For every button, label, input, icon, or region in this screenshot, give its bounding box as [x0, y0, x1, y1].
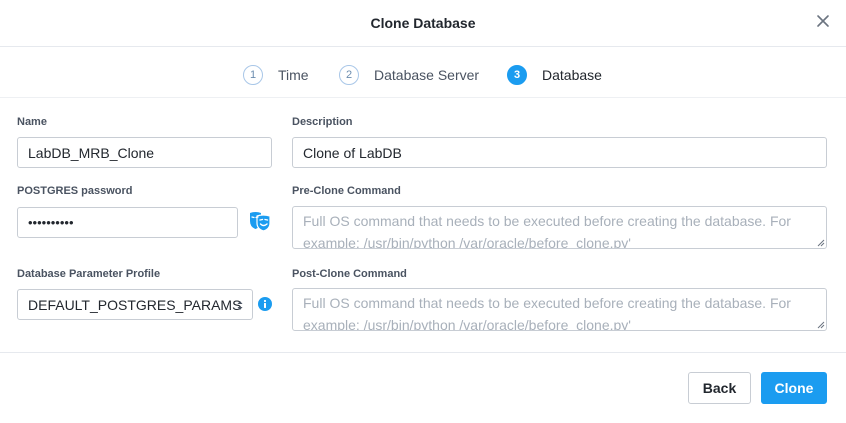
step-time[interactable]: 1 Time: [243, 65, 309, 85]
step-label: Time: [278, 67, 309, 83]
step-database-server[interactable]: 2 Database Server: [339, 65, 479, 85]
name-input[interactable]: LabDB_MRB_Clone: [17, 137, 272, 168]
wizard-steps: 1 Time 2 Database Server 3 Database: [0, 48, 846, 98]
select-arrows-icon: [237, 301, 243, 310]
description-label: Description: [292, 116, 353, 128]
info-icon[interactable]: [258, 297, 272, 311]
pre-clone-textarea[interactable]: Full OS command that needs to be execute…: [292, 206, 827, 249]
post-clone-placeholder: Full OS command that needs to be execute…: [303, 295, 791, 331]
close-icon[interactable]: [816, 13, 830, 29]
post-clone-textarea[interactable]: Full OS command that needs to be execute…: [292, 288, 827, 331]
clone-button[interactable]: Clone: [761, 372, 827, 404]
password-label: POSTGRES password: [17, 185, 133, 197]
pre-clone-label: Pre-Clone Command: [292, 185, 401, 197]
step-database[interactable]: 3 Database: [507, 65, 602, 85]
post-clone-label: Post-Clone Command: [292, 268, 407, 280]
dialog-title: Clone Database: [370, 15, 476, 31]
mask-icon[interactable]: [248, 210, 272, 232]
step-label: Database: [542, 67, 602, 83]
profile-select[interactable]: DEFAULT_POSTGRES_PARAMS: [17, 289, 253, 320]
step-number: 1: [243, 65, 263, 85]
profile-selected-value: DEFAULT_POSTGRES_PARAMS: [28, 296, 242, 313]
step-label: Database Server: [374, 67, 480, 83]
step-number: 2: [339, 65, 359, 85]
description-input[interactable]: Clone of LabDB: [292, 137, 827, 168]
name-label: Name: [17, 116, 47, 128]
step-number: 3: [507, 65, 527, 85]
pre-clone-placeholder: Full OS command that needs to be execute…: [303, 213, 791, 249]
back-button[interactable]: Back: [688, 372, 751, 404]
profile-label: Database Parameter Profile: [17, 268, 161, 280]
resize-handle-icon[interactable]: [816, 320, 825, 329]
footer-divider: [0, 352, 846, 353]
dialog-header: Clone Database: [0, 0, 846, 47]
resize-handle-icon[interactable]: [816, 238, 825, 247]
password-input[interactable]: ••••••••••: [17, 207, 238, 238]
